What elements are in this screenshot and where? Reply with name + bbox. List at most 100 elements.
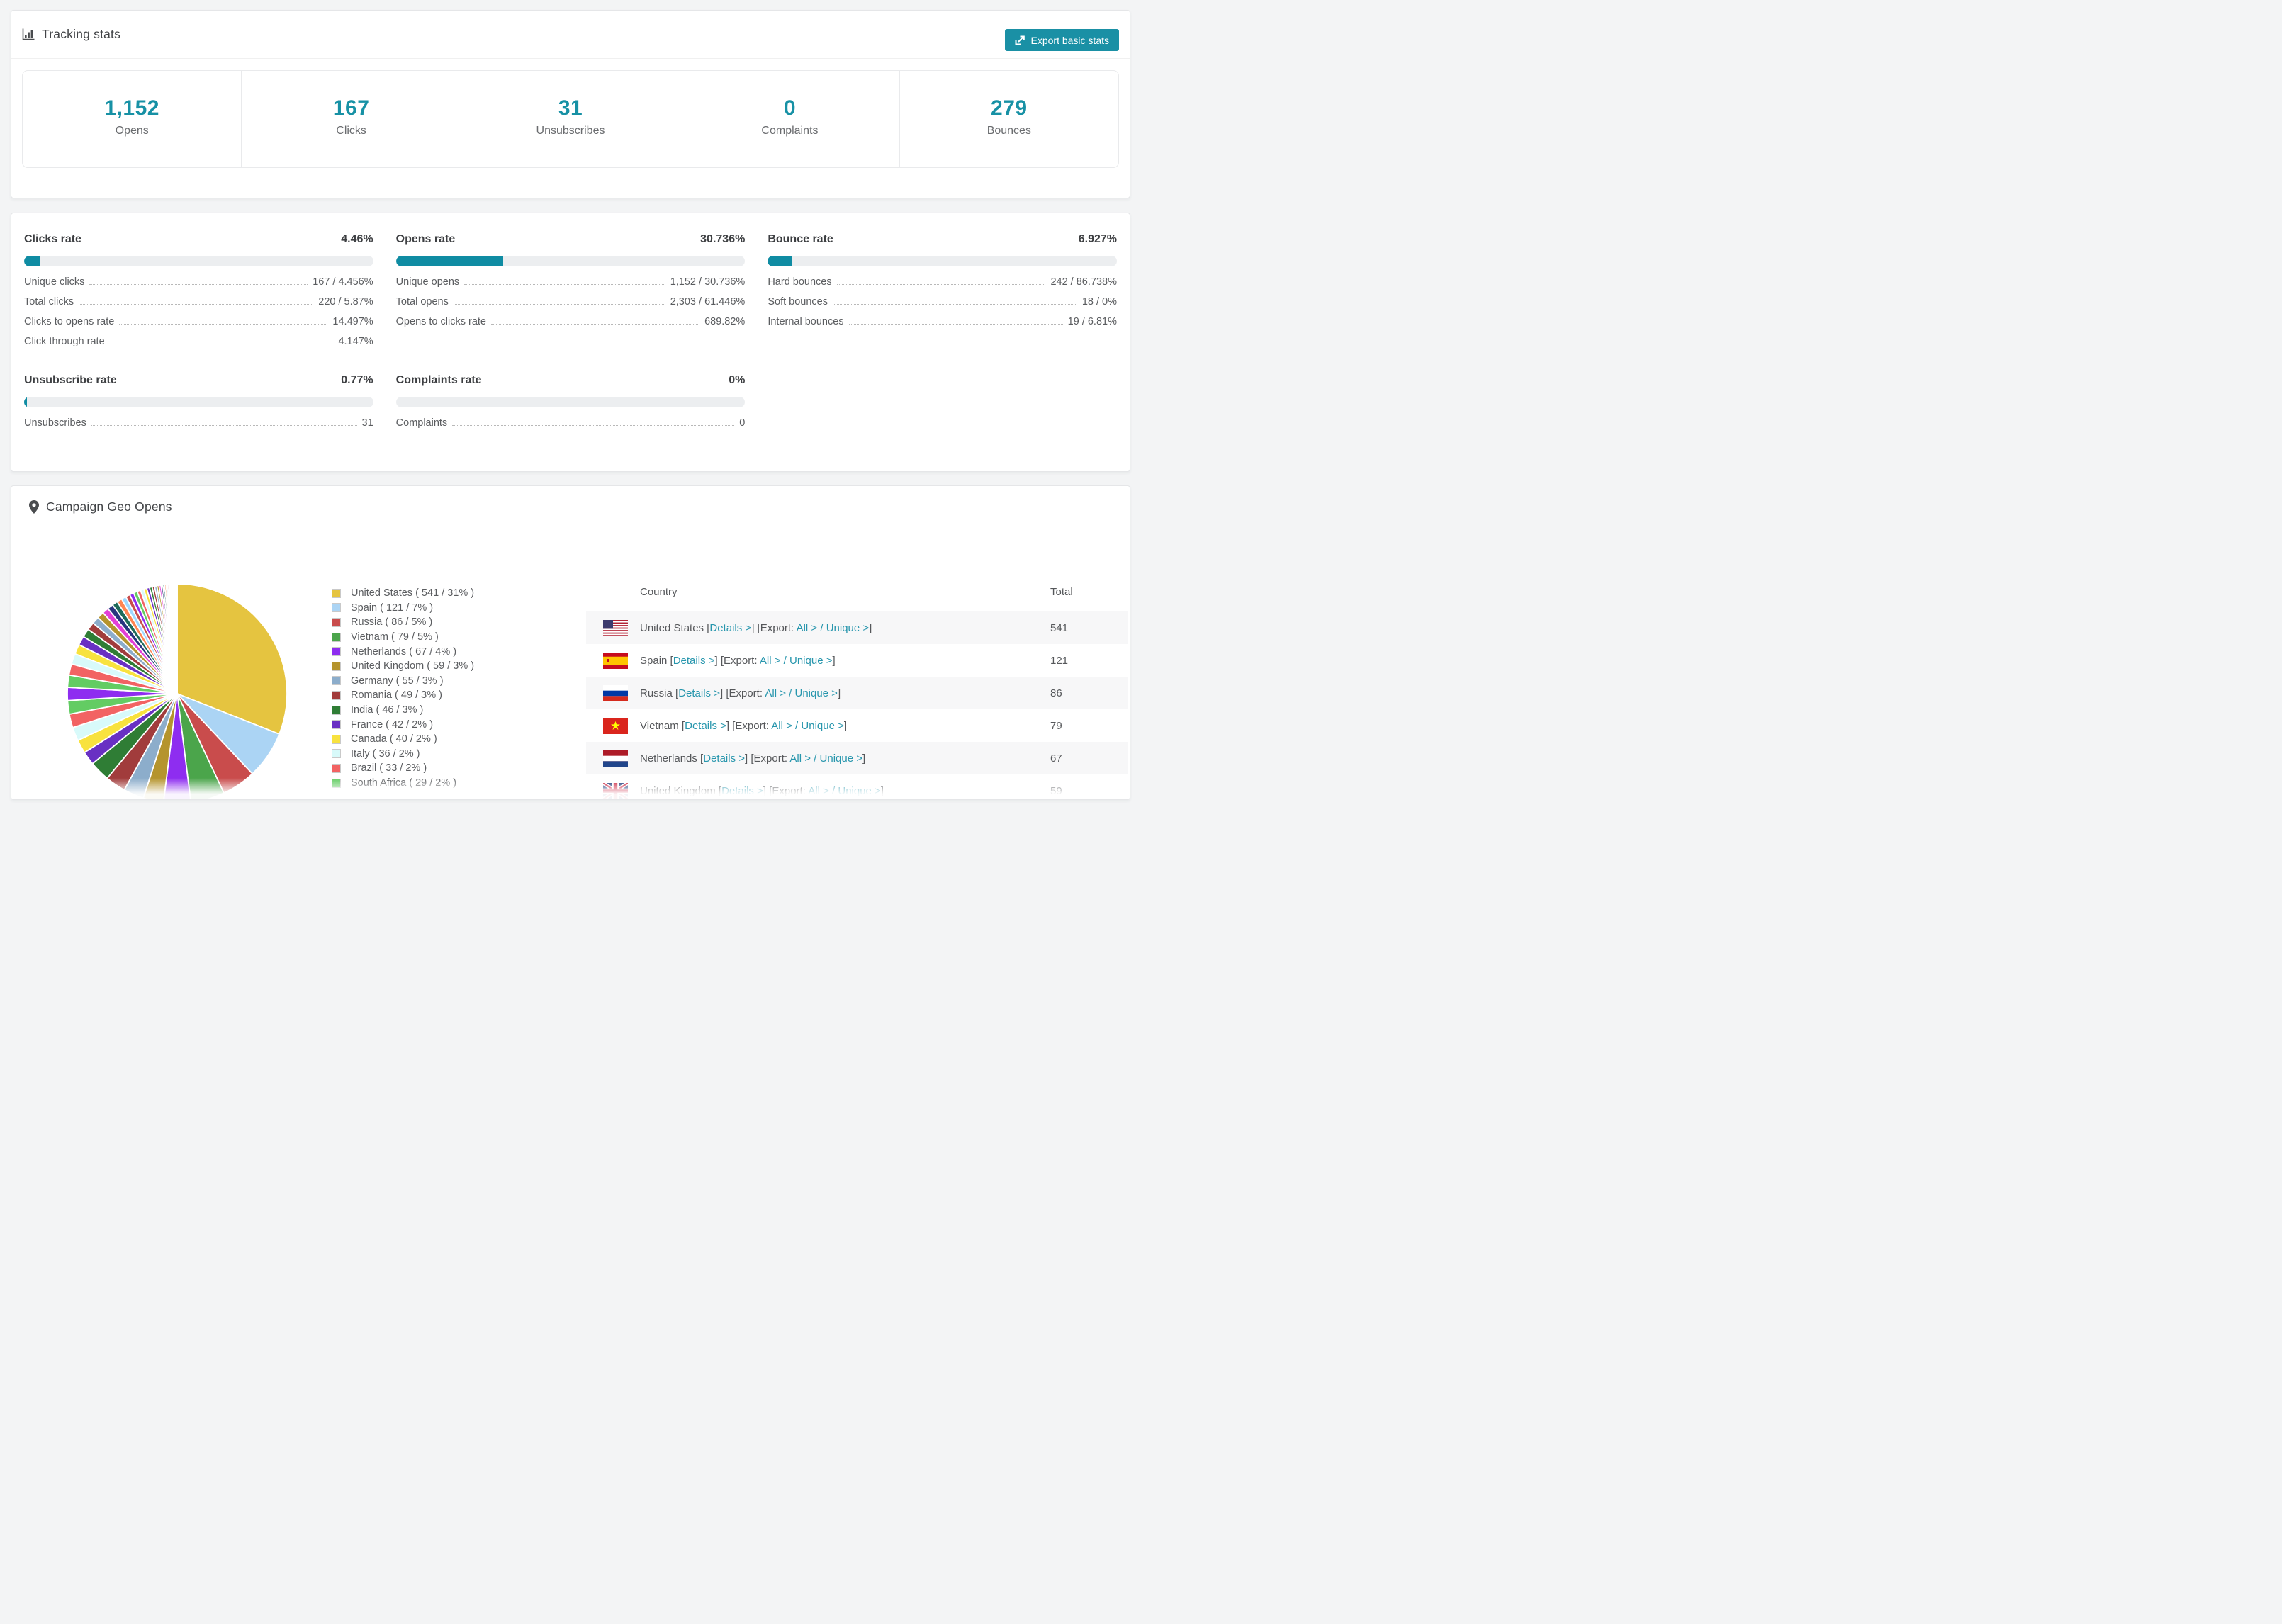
legend-item: South Africa ( 29 / 2% ) — [332, 776, 474, 791]
country-cell: United States [Details >] [Export: All >… — [586, 619, 1050, 636]
link-separator: / — [820, 621, 824, 634]
legend-item: India ( 46 / 3% ) — [332, 703, 474, 718]
rate-panel-complaints: Complaints rate 0% Complaints 0 — [395, 374, 746, 429]
dotted-leader — [119, 324, 328, 325]
legend-label: Netherlands ( 67 / 4% ) — [351, 645, 457, 658]
rate-detail-row: Unsubscribes 31 — [24, 417, 373, 429]
rate-value: 30.736% — [700, 233, 746, 245]
export-unique-link[interactable]: Unique > — [838, 785, 880, 797]
rate-row-value: 14.497% — [332, 316, 373, 327]
pie-slice[interactable] — [175, 583, 178, 694]
rate-value: 4.46% — [341, 233, 373, 245]
rate-value: 0% — [729, 374, 746, 386]
rate-panel-clicks: Clicks rate 4.46% Unique clicks 167 / 4.456… — [24, 233, 373, 347]
rate-panel-bounce: Bounce rate 6.927% Hard bounces 242 / 86.73… — [768, 233, 1117, 347]
legend-item: Vietnam ( 79 / 5% ) — [332, 630, 474, 645]
country-name: United States — [640, 621, 704, 634]
export-unique-link[interactable]: Unique > — [789, 655, 832, 667]
progress-bar-fill — [395, 256, 504, 266]
details-link[interactable]: Details > — [721, 785, 763, 797]
legend-label: India ( 46 / 3% ) — [351, 704, 424, 716]
legend-swatch — [332, 661, 341, 671]
legend-item: Netherlands ( 67 / 4% ) — [332, 644, 474, 659]
country-cell: United Kingdom [Details >] [Export: All … — [586, 782, 1050, 799]
rate-row-label: Complaints — [395, 417, 448, 429]
export-all-link[interactable]: All > — [771, 720, 792, 732]
details-link[interactable]: Details > — [685, 720, 726, 732]
country-links: United Kingdom [Details >] [Export: All … — [640, 784, 884, 797]
progress-bar — [768, 256, 1117, 266]
export-all-link[interactable]: All > — [789, 752, 811, 765]
details-link[interactable]: Details > — [673, 655, 715, 667]
rate-row-label: Internal bounces — [768, 316, 844, 327]
export-all-link[interactable]: All > — [760, 655, 781, 667]
progress-bar-fill — [768, 256, 792, 266]
rate-row-label: Unsubscribes — [24, 417, 86, 429]
flag-nl-icon — [603, 750, 628, 767]
legend-swatch — [332, 734, 341, 744]
legend-swatch — [332, 588, 341, 598]
rate-detail-row: Soft bounces 18 / 0% — [768, 296, 1117, 308]
legend-label: Germany ( 55 / 3% ) — [351, 675, 444, 687]
export-all-link[interactable]: All > — [797, 622, 818, 634]
geo-content: United States ( 541 / 31% ) Spain ( 121 /… — [11, 524, 1130, 799]
total-cell: 79 — [1050, 719, 1062, 732]
export-basic-stats-button[interactable]: Export basic stats — [1004, 29, 1119, 51]
export-unique-link[interactable]: Unique > — [801, 720, 843, 732]
geo-header: Campaign Geo Opens — [11, 486, 1130, 524]
dotted-leader — [79, 304, 314, 305]
rate-row-value: 220 / 5.87% — [318, 296, 373, 308]
export-unique-link[interactable]: Unique > — [826, 622, 869, 634]
rate-value: 6.927% — [1078, 233, 1117, 245]
link-separator: / — [789, 687, 792, 699]
progress-bar — [395, 256, 746, 266]
legend-item: Italy ( 36 / 2% ) — [332, 747, 474, 762]
table-row: Vietnam [Details >] [Export: All > / Uni… — [586, 709, 1128, 742]
flag-gb-icon — [603, 782, 628, 799]
flag-vn-icon — [603, 717, 628, 734]
dotted-leader — [832, 304, 1077, 305]
details-link[interactable]: Details > — [709, 622, 751, 634]
details-link[interactable]: Details > — [678, 687, 720, 699]
legend-label: South Africa ( 29 / 2% ) — [351, 777, 457, 789]
rate-detail-row: Total clicks 220 / 5.87% — [24, 296, 373, 308]
dotted-leader — [836, 284, 1046, 285]
total-cell: 121 — [1050, 654, 1069, 667]
legend-item: Brazil ( 33 / 2% ) — [332, 761, 474, 776]
legend-swatch — [332, 617, 341, 627]
page-title: Tracking stats — [42, 27, 121, 41]
rate-title: Clicks rate — [24, 233, 82, 245]
dotted-leader — [452, 425, 735, 426]
map-pin-icon — [29, 500, 39, 514]
table-row: Russia [Details >] [Export: All > / Uniq… — [586, 677, 1128, 709]
export-all-link[interactable]: All > — [808, 785, 829, 797]
details-link[interactable]: Details > — [703, 752, 745, 765]
country-name: Netherlands — [640, 752, 697, 765]
country-links: Spain [Details >] [Export: All > / Uniqu… — [640, 654, 836, 667]
total-cell: 67 — [1050, 752, 1062, 765]
export-button-label: Export basic stats — [1030, 34, 1110, 46]
progress-bar-fill — [24, 397, 27, 407]
rate-detail-row: Internal bounces 19 / 6.81% — [768, 316, 1117, 327]
rate-title: Complaints rate — [395, 374, 482, 386]
legend-item: Germany ( 55 / 3% ) — [332, 674, 474, 689]
column-header-total: Total — [1050, 586, 1073, 598]
flag-us-icon — [603, 619, 628, 636]
legend-item: Romania ( 49 / 3% ) — [332, 688, 474, 703]
legend-swatch — [332, 603, 341, 613]
rate-detail-row: Hard bounces 242 / 86.738% — [768, 276, 1117, 288]
link-separator: / — [814, 752, 817, 765]
export-all-link[interactable]: All > — [765, 687, 786, 699]
rate-title: Opens rate — [395, 233, 456, 245]
summary-stats-row: 1,152 Opens 167 Clicks 31 Unsubscribes 0 Compla… — [22, 70, 1119, 168]
stat-value: 167 — [332, 96, 370, 120]
dotted-leader — [848, 324, 1063, 325]
campaign-geo-opens-card: Campaign Geo Opens United States ( 541 /… — [11, 485, 1130, 800]
rate-grid: Clicks rate 4.46% Unique clicks 167 / 4.456… — [11, 213, 1130, 450]
rate-row-label: Hard bounces — [768, 276, 832, 288]
export-unique-link[interactable]: Unique > — [794, 687, 837, 699]
export-unique-link[interactable]: Unique > — [820, 752, 862, 765]
legend-label: Canada ( 40 / 2% ) — [351, 733, 437, 745]
country-links: Vietnam [Details >] [Export: All > / Uni… — [640, 719, 848, 732]
country-name: Vietnam — [640, 719, 679, 732]
